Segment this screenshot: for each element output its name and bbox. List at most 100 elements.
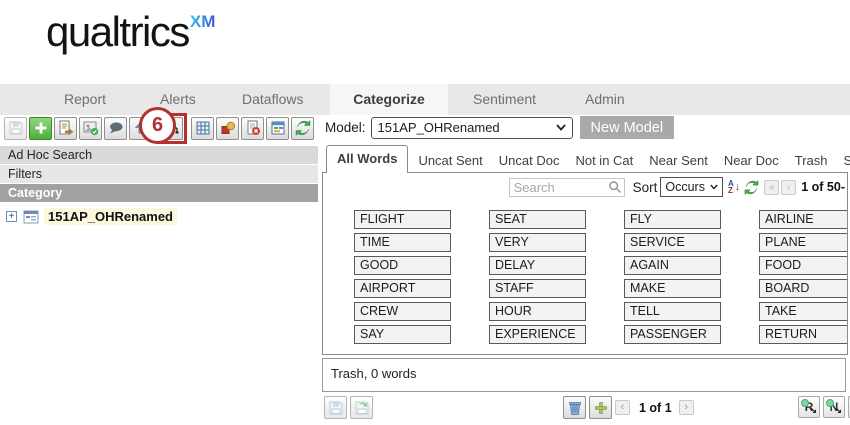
content-tabs: All Words Uncat Sent Uncat Doc Not in Ca… bbox=[326, 146, 850, 173]
words-panel: Sort Occurs AZ↓ « ‹ 1 of 50- FLIGHT TIME G… bbox=[322, 172, 848, 355]
tab-uncat-doc[interactable]: Uncat Doc bbox=[491, 148, 568, 173]
tab-not-in-cat[interactable]: Not in Cat bbox=[567, 148, 641, 173]
trash-button[interactable] bbox=[563, 396, 586, 419]
word-box[interactable]: SAY bbox=[354, 325, 451, 344]
sidebar-section-filters[interactable]: Filters bbox=[0, 165, 318, 184]
word-box[interactable]: HOUR bbox=[489, 302, 586, 321]
logo-text: qualtrics bbox=[46, 8, 189, 55]
tab-near-sent[interactable]: Near Sent bbox=[641, 148, 716, 173]
logo-xm-superscript: XM bbox=[190, 12, 216, 31]
save-icon bbox=[328, 400, 344, 416]
model-node-icon bbox=[23, 210, 39, 224]
sort-select[interactable]: Occurs bbox=[660, 177, 723, 197]
comment-icon bbox=[108, 120, 124, 136]
n-node-button[interactable]: N↘ bbox=[823, 396, 845, 418]
shapes-button[interactable] bbox=[216, 117, 239, 140]
tab-near-doc[interactable]: Near Doc bbox=[716, 148, 787, 173]
prev-page-button[interactable]: ‹ bbox=[781, 180, 796, 195]
sort-select-value: Occurs bbox=[665, 180, 705, 194]
word-box[interactable]: AIRLINE bbox=[759, 210, 848, 229]
save-button[interactable] bbox=[4, 117, 27, 140]
export-document-button[interactable] bbox=[54, 117, 77, 140]
chevron-down-icon bbox=[710, 184, 718, 190]
word-box[interactable]: GOOD bbox=[354, 256, 451, 275]
plus-icon bbox=[33, 120, 49, 136]
next-page-bottom-button[interactable]: › bbox=[679, 400, 694, 415]
word-box[interactable]: FLY bbox=[624, 210, 721, 229]
save-icon bbox=[8, 120, 24, 136]
word-box[interactable]: TIME bbox=[354, 233, 451, 252]
save-refresh-button[interactable] bbox=[350, 396, 373, 419]
new-model-button[interactable]: New Model bbox=[580, 116, 675, 139]
bottom-pagination: 1 of 1 bbox=[639, 401, 672, 415]
tab-categorize[interactable]: Categorize bbox=[330, 84, 448, 115]
word-box[interactable]: TELL bbox=[624, 302, 721, 321]
green-dot-icon bbox=[801, 399, 809, 407]
word-grid: FLIGHT TIME GOOD AIRPORT CREW SAY SEAT VERY DELA… bbox=[354, 210, 848, 344]
model-select-value: 151AP_OHRenamed bbox=[378, 120, 500, 135]
chevron-down-icon bbox=[556, 124, 566, 131]
nav-dataflows[interactable]: Dataflows bbox=[242, 84, 303, 115]
shapes-icon bbox=[220, 120, 236, 136]
word-box[interactable]: SEAT bbox=[489, 210, 586, 229]
annotation-step-circle: 6 bbox=[139, 107, 176, 144]
tab-trash[interactable]: Trash bbox=[787, 148, 836, 173]
word-box[interactable]: FOOD bbox=[759, 256, 848, 275]
word-box[interactable]: STAFF bbox=[489, 279, 586, 298]
first-page-button[interactable]: « bbox=[764, 180, 779, 195]
word-box[interactable]: MAKE bbox=[624, 279, 721, 298]
word-box[interactable]: DELAY bbox=[489, 256, 586, 275]
green-dot-icon bbox=[826, 399, 834, 407]
model-bar: Model: 151AP_OHRenamed New Model bbox=[325, 116, 674, 139]
delete-document-icon bbox=[245, 120, 261, 136]
word-box[interactable]: TAKE bbox=[759, 302, 848, 321]
add-word-button[interactable] bbox=[589, 396, 612, 419]
tree-item-label: 151AP_OHRenamed bbox=[44, 208, 177, 225]
nav-report[interactable]: Report bbox=[64, 84, 106, 115]
refresh-icon bbox=[295, 120, 311, 136]
tab-admin[interactable]: Admin bbox=[585, 84, 625, 115]
word-box[interactable]: FLIGHT bbox=[354, 210, 451, 229]
tab-sentiment[interactable]: Sentiment bbox=[473, 84, 536, 115]
save-words-button[interactable] bbox=[324, 396, 347, 419]
refresh-icon bbox=[744, 180, 759, 195]
trash-summary: Trash, 0 words bbox=[331, 366, 417, 381]
word-box[interactable]: AGAIN bbox=[624, 256, 721, 275]
word-box[interactable]: CREW bbox=[354, 302, 451, 321]
arrow-icon: ↘ bbox=[834, 405, 842, 416]
top-navbar: Report Alerts Dataflows Categorize Senti… bbox=[0, 84, 850, 115]
delete-document-button[interactable] bbox=[241, 117, 264, 140]
comment-button[interactable] bbox=[104, 117, 127, 140]
word-box[interactable]: AIRPORT bbox=[354, 279, 451, 298]
model-select[interactable]: 151AP_OHRenamed bbox=[371, 117, 573, 139]
report-button[interactable] bbox=[266, 117, 289, 140]
tab-all-words[interactable]: All Words bbox=[326, 145, 408, 173]
refresh-button[interactable] bbox=[291, 117, 314, 140]
word-box[interactable]: PLANE bbox=[759, 233, 848, 252]
prev-page-bottom-button[interactable]: ‹ bbox=[615, 400, 630, 415]
word-column: FLIGHT TIME GOOD AIRPORT CREW SAY bbox=[354, 210, 451, 344]
category-tree-item[interactable]: + 151AP_OHRenamed bbox=[0, 203, 318, 225]
sort-az-icon[interactable]: AZ↓ bbox=[728, 180, 740, 194]
word-box[interactable]: SERVICE bbox=[624, 233, 721, 252]
word-column: AIRLINE PLANE FOOD BOARD TAKE RETURN bbox=[759, 210, 848, 344]
r-node-button[interactable]: R↘ bbox=[798, 396, 820, 418]
image-approve-button[interactable] bbox=[79, 117, 102, 140]
grid-button[interactable] bbox=[191, 117, 214, 140]
sidebar-section-adhoc-search[interactable]: Ad Hoc Search bbox=[0, 146, 318, 165]
word-box[interactable]: BOARD bbox=[759, 279, 848, 298]
sidebar: Ad Hoc Search Filters Category + 151AP_O… bbox=[0, 146, 318, 225]
tab-uncat-sent[interactable]: Uncat Sent bbox=[410, 148, 490, 173]
qualtrics-logo: qualtricsXM bbox=[46, 8, 214, 56]
word-box[interactable]: RETURN bbox=[759, 325, 848, 344]
word-box[interactable]: PASSENGER bbox=[624, 325, 721, 344]
sidebar-section-category[interactable]: Category bbox=[0, 184, 318, 203]
add-button[interactable] bbox=[29, 117, 52, 140]
word-box[interactable]: VERY bbox=[489, 233, 586, 252]
word-box[interactable]: EXPERIENCE bbox=[489, 325, 586, 344]
refresh-words-button[interactable] bbox=[744, 180, 759, 195]
expand-plus-icon[interactable]: + bbox=[6, 211, 17, 222]
tab-structured[interactable]: Structured bbox=[836, 148, 850, 173]
panel-controls: Sort Occurs AZ↓ « ‹ 1 of 50- bbox=[509, 177, 845, 197]
sort-label: Sort bbox=[633, 180, 658, 195]
